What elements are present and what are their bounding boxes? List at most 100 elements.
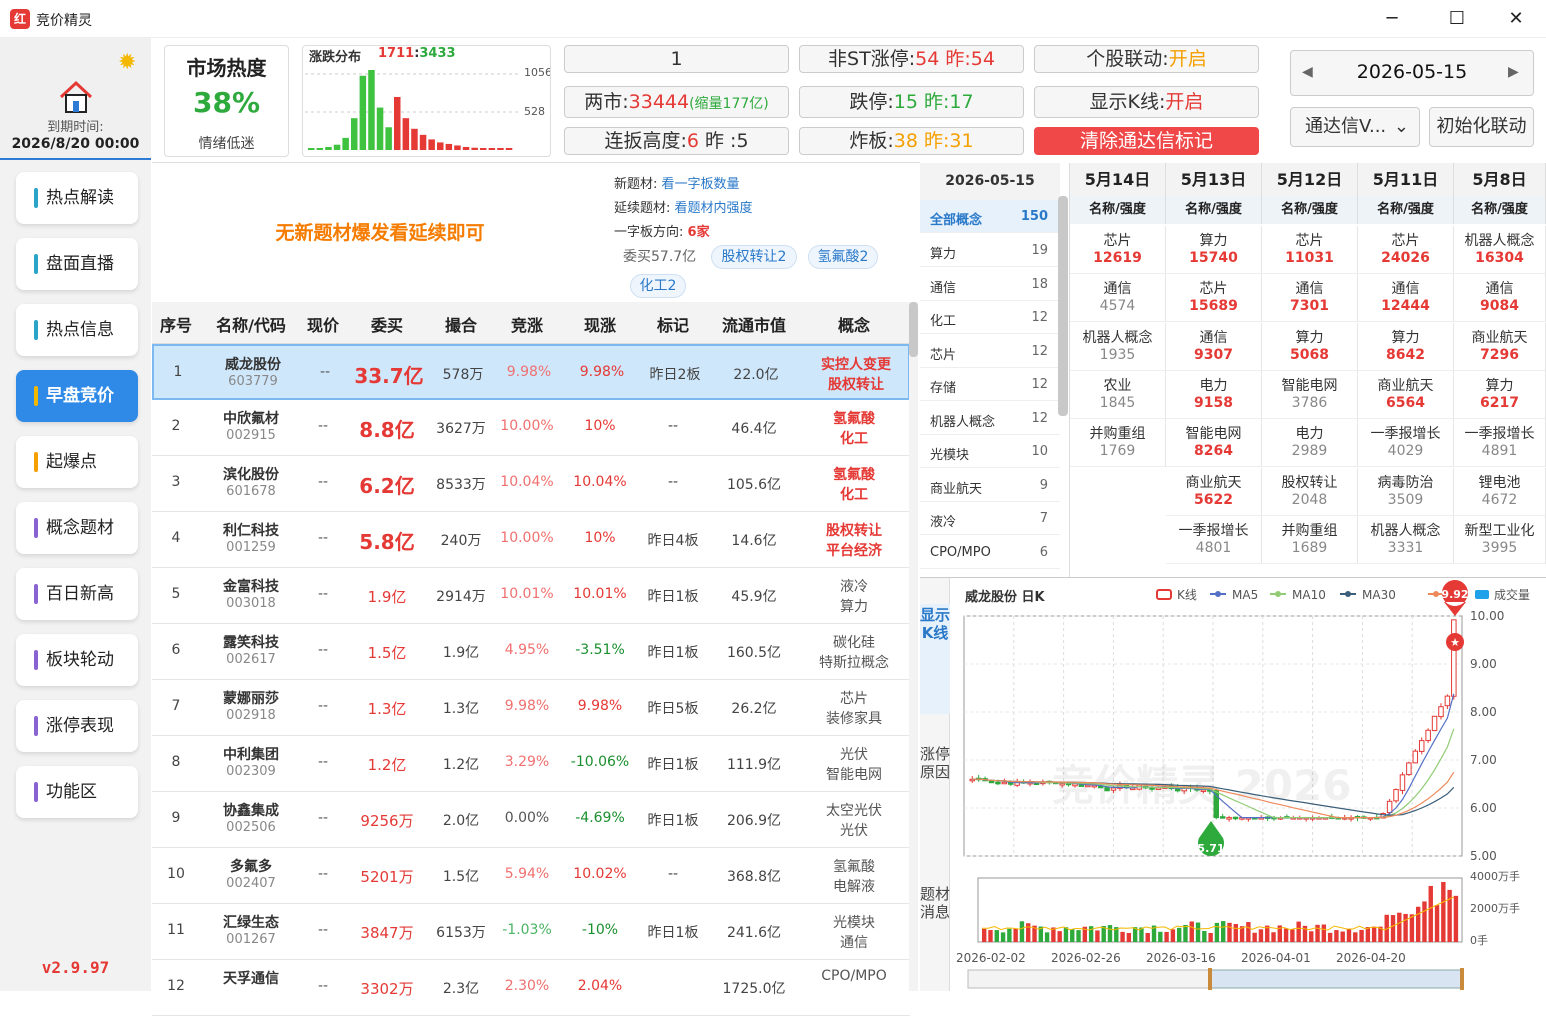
- day-cell[interactable]: 股权转让 2048: [1262, 467, 1358, 516]
- day-cell[interactable]: 商业航天 5622: [1166, 467, 1262, 516]
- kline-toggle[interactable]: 显示K线:开启: [1034, 86, 1259, 118]
- link-toggle[interactable]: 个股联动:开启: [1034, 45, 1259, 73]
- day-cell[interactable]: 芯片 12619: [1070, 226, 1166, 274]
- column-header[interactable]: 标记: [638, 312, 708, 336]
- new-topic-link[interactable]: 看一字板数量: [662, 177, 740, 192]
- day-cell[interactable]: 病毒防治 3509: [1358, 467, 1454, 516]
- table-row[interactable]: 3 滨化股份 601678 -- 6.2亿 8533万 10.04% 10.04…: [152, 456, 910, 512]
- day-cell[interactable]: 商业航天 7296: [1454, 322, 1546, 371]
- table-row[interactable]: 10 多氟多 002407 -- 5201万 1.5亿 5.94% 10.02%…: [152, 848, 910, 904]
- zoom-slider-window[interactable]: [1209, 969, 1463, 989]
- cont-topic-link[interactable]: 看题材内强度: [675, 201, 753, 216]
- day-cell[interactable]: 通信 12444: [1358, 274, 1454, 323]
- sidebar-item[interactable]: 热点解读: [16, 172, 138, 224]
- column-header[interactable]: 现涨: [562, 312, 638, 336]
- day-cell[interactable]: 通信 9084: [1454, 274, 1546, 323]
- sidebar-item[interactable]: 起爆点: [16, 436, 138, 488]
- zoom-handle-left[interactable]: [1208, 968, 1212, 990]
- table-row[interactable]: 12 天孚通信 -- 3302万 2.3亿 2.30% 2.04% 1725.0…: [152, 960, 910, 1016]
- clear-tdx-button[interactable]: 清除通达信标记: [1034, 127, 1259, 155]
- day-cell[interactable]: 一季报增长 4029: [1358, 419, 1454, 468]
- day-cell[interactable]: 一季报增长 4891: [1454, 419, 1546, 468]
- day-cell[interactable]: 通信 4574: [1070, 274, 1166, 323]
- init-link-button[interactable]: 初始化联动: [1429, 107, 1534, 147]
- day-cell[interactable]: 芯片 24026: [1358, 226, 1454, 274]
- column-header[interactable]: 名称/代码: [200, 312, 302, 336]
- table-row[interactable]: 9 协鑫集成 002506 -- 9256万 2.0亿 0.00% -4.69%…: [152, 792, 910, 848]
- concept-scroll-thumb[interactable]: [1058, 196, 1068, 416]
- sidebar-item[interactable]: 涨停表现: [16, 700, 138, 752]
- table-row[interactable]: 4 利仁科技 001259 -- 5.8亿 240万 10.00% 10% 昨日…: [152, 512, 910, 568]
- next-date-icon[interactable]: ▶: [1508, 64, 1519, 80]
- table-row[interactable]: 2 中欣氟材 002915 -- 8.8亿 3627万 10.00% 10% -…: [152, 400, 910, 456]
- topic-tag[interactable]: 化工2: [630, 274, 686, 298]
- minimize-button[interactable]: ─: [1372, 6, 1412, 32]
- maximize-button[interactable]: ☐: [1437, 6, 1477, 32]
- sidebar-item[interactable]: 盘面直播: [16, 238, 138, 290]
- day-cell[interactable]: 商业航天 6564: [1358, 370, 1454, 419]
- zoom-handle-right[interactable]: [1460, 968, 1464, 990]
- sidebar-item[interactable]: 板块轮动: [16, 634, 138, 686]
- day-cell[interactable]: 智能电网 3786: [1262, 370, 1358, 419]
- sidebar-item[interactable]: 功能区: [16, 766, 138, 818]
- day-cell[interactable]: 算力 5068: [1262, 322, 1358, 371]
- day-cell[interactable]: 电力 2989: [1262, 419, 1358, 468]
- concept-all-row[interactable]: 全部概念 150: [920, 200, 1060, 233]
- day-cell[interactable]: 芯片 15689: [1166, 274, 1262, 323]
- sidebar-item[interactable]: 概念题材: [16, 502, 138, 554]
- day-cell[interactable]: 新型工业化 3995: [1454, 515, 1546, 564]
- concept-row[interactable]: 液冷 7: [920, 502, 1060, 535]
- close-button[interactable]: ✕: [1496, 6, 1536, 32]
- table-row[interactable]: 6 露笑科技 002617 -- 1.5亿 1.9亿 4.95% -3.51% …: [152, 624, 910, 680]
- day-cell[interactable]: 机器人概念 1935: [1070, 322, 1166, 371]
- concept-row[interactable]: 化工 12: [920, 301, 1060, 334]
- sun-icon[interactable]: ✹: [118, 50, 136, 75]
- day-cell[interactable]: 通信 9307: [1166, 322, 1262, 371]
- sidebar-item[interactable]: 早盘竞价: [16, 370, 138, 422]
- day-cell[interactable]: 芯片 11031: [1262, 226, 1358, 274]
- day-cell[interactable]: 一季报增长 4801: [1166, 515, 1262, 564]
- concept-row[interactable]: 商业航天 9: [920, 469, 1060, 502]
- day-cell[interactable]: 机器人概念 16304: [1454, 226, 1546, 274]
- tab-limit-reason[interactable]: 涨停原因: [920, 745, 950, 781]
- day-cell[interactable]: 电力 9158: [1166, 370, 1262, 419]
- topic-tag[interactable]: 氢氟酸2: [808, 245, 878, 269]
- day-cell[interactable]: 算力 8642: [1358, 322, 1454, 371]
- tdx-select[interactable]: 通达信V... ⌄: [1290, 107, 1420, 147]
- day-cell[interactable]: 算力 6217: [1454, 370, 1546, 419]
- concept-row[interactable]: 机器人概念 12: [920, 402, 1060, 435]
- column-header[interactable]: 现价: [302, 312, 344, 336]
- day-cell[interactable]: 农业 1845: [1070, 370, 1166, 419]
- concept-row[interactable]: 芯片 12: [920, 335, 1060, 368]
- table-scroll-thumb[interactable]: [909, 302, 918, 357]
- concept-row[interactable]: 存储 12: [920, 368, 1060, 401]
- table-row[interactable]: 8 中利集团 002309 -- 1.2亿 1.2亿 3.29% -10.06%…: [152, 736, 910, 792]
- concept-row[interactable]: CPO/MPO 6: [920, 536, 1060, 569]
- day-cell[interactable]: 机器人概念 3331: [1358, 515, 1454, 564]
- day-cell[interactable]: 锂电池 4672: [1454, 467, 1546, 516]
- column-header[interactable]: 撮合: [430, 312, 492, 336]
- concept-row[interactable]: 通信 18: [920, 268, 1060, 301]
- day-cell[interactable]: 并购重组 1689: [1262, 515, 1358, 564]
- prev-date-icon[interactable]: ◀: [1302, 64, 1313, 80]
- tab-show-kline[interactable]: 显示K线: [920, 604, 950, 714]
- topic-tag[interactable]: 股权转让2: [711, 245, 797, 269]
- concept-row[interactable]: 光模块 10: [920, 435, 1060, 468]
- sidebar-item[interactable]: 百日新高: [16, 568, 138, 620]
- column-header[interactable]: 序号: [152, 312, 200, 336]
- home-icon[interactable]: [58, 80, 94, 114]
- column-header[interactable]: 概念: [800, 312, 908, 336]
- tab-topic-news[interactable]: 题材消息: [920, 885, 950, 921]
- sidebar-item[interactable]: 热点信息: [16, 304, 138, 356]
- column-header[interactable]: 流通市值: [708, 312, 800, 336]
- table-row[interactable]: 11 汇绿生态 001267 -- 3847万 6153万 -1.03% -10…: [152, 904, 910, 960]
- table-row[interactable]: 5 金富科技 003018 -- 1.9亿 2914万 10.01% 10.01…: [152, 568, 910, 624]
- day-cell[interactable]: 通信 7301: [1262, 274, 1358, 323]
- day-cell[interactable]: 算力 15740: [1166, 226, 1262, 274]
- table-row[interactable]: 7 蒙娜丽莎 002918 -- 1.3亿 1.3亿 9.98% 9.98% 昨…: [152, 680, 910, 736]
- column-header[interactable]: 竞涨: [492, 312, 562, 336]
- day-cell[interactable]: 智能电网 8264: [1166, 419, 1262, 468]
- table-row[interactable]: 1 威龙股份 603779 -- 33.7亿 578万 9.98% 9.98% …: [152, 344, 910, 400]
- table-scrollbar[interactable]: [909, 302, 918, 991]
- column-header[interactable]: 委买: [344, 312, 430, 336]
